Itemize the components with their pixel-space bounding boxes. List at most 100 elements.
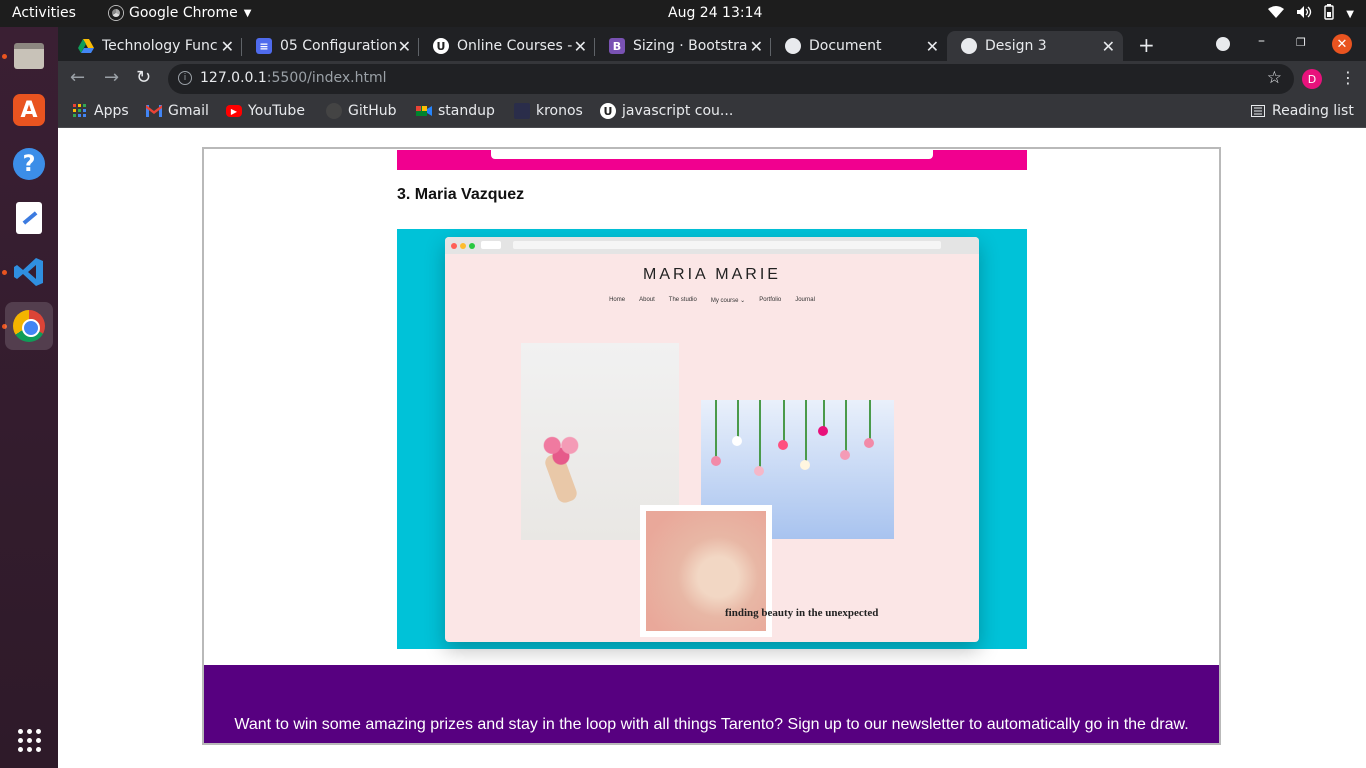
tab-online-courses[interactable]: U Online Courses - ✕ [419,31,595,61]
bookmark-label: Apps [94,103,129,119]
reading-list-icon [1250,103,1266,119]
wifi-icon [1268,5,1285,23]
newsletter-section: Want to win some amazing prizes and stay… [204,665,1219,743]
tab-design-3[interactable]: Design 3 ✕ [947,31,1123,61]
chrome-icon [13,310,45,342]
close-dot [451,243,457,249]
close-icon[interactable]: ✕ [750,37,763,56]
close-icon[interactable]: ✕ [221,37,234,56]
apps-grid-icon [72,103,88,119]
address-bar[interactable]: i 127.0.0.1:5500/index.html ☆ [168,64,1294,94]
bootstrap-icon: B [609,38,625,54]
profile-avatar[interactable]: D [1302,69,1322,89]
tab-search-button[interactable] [1216,37,1230,51]
system-tray[interactable]: ▼ [1268,4,1354,24]
reading-list-button[interactable]: Reading list [1250,103,1354,119]
flowers-shape [539,431,583,467]
page-viewport: 3. Maria Vazquez MARIA MARIE Home About … [58,129,1366,768]
bookmark-apps[interactable]: Apps [72,103,129,119]
showcase-image: MARIA MARIE Home About The studio My cou… [397,229,1027,649]
volume-icon [1296,5,1312,23]
tab-title: Technology Func [102,38,218,54]
chevron-down-icon: ▼ [243,7,252,19]
bookmark-github[interactable]: GitHub [326,103,397,119]
mockup-tagline: finding beauty in the unexpected [725,607,879,619]
window-close-button[interactable]: ✕ [1332,34,1352,54]
close-icon[interactable]: ✕ [574,37,587,56]
clock[interactable]: Aug 24 13:14 [668,5,762,21]
mockup-nav-item: My course ⌄ [710,298,746,304]
gmail-icon [146,103,162,119]
bookmark-star-icon[interactable]: ☆ [1267,68,1282,88]
meet-icon [416,103,432,119]
dock-text-editor[interactable] [5,194,53,242]
mockup-brand: MARIA MARIE [643,266,781,283]
close-icon[interactable]: ✕ [1102,37,1115,56]
globe-icon [961,38,977,54]
kronos-icon [514,103,530,119]
bookmark-label: GitHub [348,103,397,119]
mockup-nav-arrows [481,241,501,249]
bookmark-standup[interactable]: standup [416,103,495,119]
youtube-icon: ▶ [226,105,242,117]
mockup-nav-item: Portfolio [759,297,782,303]
app-menu[interactable]: Google Chrome ▼ [109,5,251,21]
dock: A ? [0,27,58,768]
browser-toolbar: ← → ↻ i 127.0.0.1:5500/index.html ☆ D ⋮ [58,61,1366,96]
vscode-icon [13,256,45,288]
newsletter-text: Want to win some amazing prizes and stay… [234,716,1189,733]
github-icon [326,103,342,119]
bookmark-label: javascript cou... [622,103,734,119]
bookmark-label: YouTube [248,103,305,119]
bookmark-youtube[interactable]: ▶ YouTube [226,103,305,119]
back-button[interactable]: ← [70,67,85,88]
dock-vscode[interactable] [5,248,53,296]
udemy-icon: U [600,103,616,119]
new-tab-button[interactable]: + [1138,33,1155,57]
website-mockup: MARIA MARIE Home About The studio My cou… [445,237,979,642]
restore-button[interactable]: ❐ [1296,36,1306,49]
text-editor-icon [16,202,42,234]
docs-icon: ≡ [256,38,272,54]
tab-sizing-bootstrap[interactable]: B Sizing · Bootstra ✕ [595,31,771,61]
maximize-dot [469,243,475,249]
device-preview-frame: 3. Maria Vazquez MARIA MARIE Home About … [202,147,1221,745]
globe-icon [785,38,801,54]
showcase-item-title: 3. Maria Vazquez [397,186,525,203]
bookmark-gmail[interactable]: Gmail [146,103,209,119]
help-icon: ? [13,148,45,180]
battery-icon [1324,4,1334,24]
forward-button[interactable]: → [104,67,119,88]
mockup-nav: Home About The studio My course ⌄ Portfo… [445,297,979,304]
site-info-icon[interactable]: i [178,71,192,85]
files-icon [14,43,44,69]
bookmark-javascript-course[interactable]: U javascript cou... [600,103,733,119]
tab-technology-func[interactable]: Technology Func ✕ [64,31,242,61]
show-apps-icon [17,728,41,752]
close-icon[interactable]: ✕ [398,37,411,56]
bookmark-kronos[interactable]: kronos [514,103,583,119]
tab-title: Document [809,38,882,54]
dock-help[interactable]: ? [5,140,53,188]
mockup-nav-item: About [639,297,655,303]
mockup-nav-item: Home [609,297,626,303]
tab-title: Sizing · Bootstra [633,38,748,54]
url-text[interactable]: 127.0.0.1:5500/index.html [200,70,387,86]
tab-document[interactable]: Document ✕ [771,31,947,61]
reload-button[interactable]: ↻ [136,67,151,88]
dock-chrome[interactable] [5,302,53,350]
dock-app-store[interactable]: A [5,86,53,134]
minimize-dot [460,243,466,249]
tab-05-configuration[interactable]: ≡ 05 Configuration ✕ [242,31,419,61]
close-icon[interactable]: ✕ [926,37,939,56]
show-applications-button[interactable] [5,716,53,764]
dock-files[interactable] [5,32,53,80]
minimize-button[interactable]: – [1258,33,1265,49]
chrome-icon [109,6,123,20]
bookmarks-bar: Apps Gmail ▶ YouTube GitHub standup kron… [58,96,1366,128]
chrome-menu-button[interactable]: ⋮ [1340,68,1356,87]
reading-list-label: Reading list [1272,103,1354,119]
activities-button[interactable]: Activities [12,5,76,21]
previous-mockup-edge [491,150,933,159]
app-name: Google Chrome [129,5,238,21]
